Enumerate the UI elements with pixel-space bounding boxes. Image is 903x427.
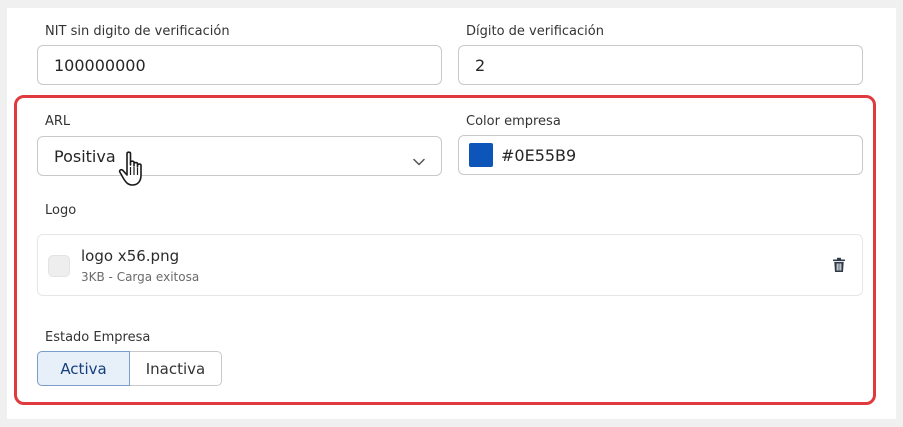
- company-status-toggle: Activa Inactiva: [37, 351, 222, 386]
- trash-icon[interactable]: [832, 257, 846, 273]
- color-swatch[interactable]: [469, 143, 493, 167]
- hand-pointer-icon: [118, 150, 154, 188]
- company-color-value: #0E55B9: [501, 145, 577, 165]
- logo-label: Logo: [45, 203, 77, 218]
- nit-label: NIT sin digito de verificación: [45, 24, 230, 39]
- check-digit-value: 2: [475, 55, 486, 75]
- arl-label: ARL: [45, 114, 71, 129]
- company-color-label: Color empresa: [466, 114, 561, 129]
- company-status-label: Estado Empresa: [45, 330, 151, 345]
- logo-file-item: logo x56.png 3KB - Carga exitosa: [37, 234, 863, 296]
- nit-input[interactable]: 100000000: [37, 45, 442, 85]
- logo-file-status: 3KB - Carga exitosa: [81, 270, 200, 284]
- status-option-active[interactable]: Activa: [37, 351, 130, 386]
- logo-file-name: logo x56.png: [81, 247, 180, 265]
- check-digit-input[interactable]: 2: [458, 45, 863, 85]
- check-digit-label: Dígito de verificación: [466, 24, 604, 39]
- arl-select[interactable]: Positiva: [37, 136, 442, 176]
- status-option-inactive[interactable]: Inactiva: [130, 351, 222, 386]
- chevron-down-icon: [413, 151, 425, 170]
- arl-selected-value: Positiva: [54, 146, 116, 166]
- file-thumbnail: [48, 255, 70, 277]
- nit-value: 100000000: [54, 55, 146, 75]
- company-color-input[interactable]: #0E55B9: [458, 135, 863, 175]
